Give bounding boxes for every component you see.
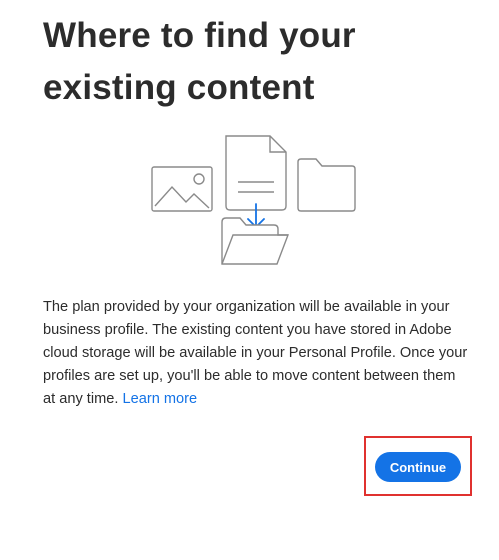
open-folder-icon	[221, 217, 290, 265]
info-paragraph-text: The plan provided by your organization w…	[43, 299, 468, 407]
learn-more-link[interactable]: Learn more	[123, 391, 198, 407]
page-title: Where to find your existing content	[43, 16, 356, 107]
image-icon	[151, 166, 213, 212]
continue-button-highlight: Continue	[364, 436, 472, 496]
document-icon	[225, 135, 287, 211]
folder-icon	[297, 158, 356, 212]
content-illustration	[150, 132, 360, 266]
continue-button[interactable]: Continue	[375, 452, 461, 482]
info-paragraph: The plan provided by your organization w…	[43, 296, 468, 411]
